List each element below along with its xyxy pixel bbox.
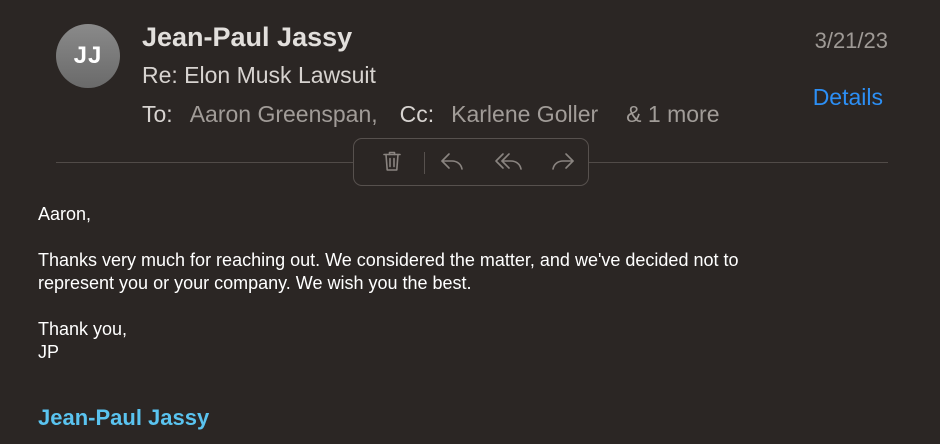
email-body: Aaron, Thanks very much for reaching out… [38, 203, 898, 364]
to-recipient[interactable]: Aaron Greenspan, [190, 101, 378, 128]
reply-button[interactable] [438, 149, 466, 177]
toolbar-separator [424, 152, 425, 174]
message-toolbar [353, 138, 589, 186]
greeting: Aaron, [38, 204, 92, 224]
email-date: 3/21/23 [814, 28, 888, 53]
body-line: Thanks very much for reaching out. We co… [38, 250, 739, 270]
closing-block: Thank you, JP [38, 318, 898, 364]
recipients-row: To: Aaron Greenspan, Cc: Karlene Goller … [142, 101, 720, 128]
body-line: represent you or your company. We wish y… [38, 273, 472, 293]
cc-recipient[interactable]: Karlene Goller [451, 101, 598, 128]
body-paragraph: Thanks very much for reaching out. We co… [38, 249, 898, 295]
email-message-view: JJ Jean-Paul Jassy Re: Elon Musk Lawsuit… [0, 0, 940, 444]
signature-name: Jean-Paul Jassy [38, 405, 210, 430]
avatar-initials: JJ [73, 42, 103, 69]
more-recipients[interactable]: & 1 more [626, 101, 719, 128]
sender-name: Jean-Paul Jassy [142, 22, 353, 52]
reply-icon [439, 150, 465, 177]
forward-icon [550, 150, 576, 177]
email-subject: Re: Elon Musk Lawsuit [142, 62, 376, 88]
closing: Thank you, [38, 319, 128, 339]
avatar: JJ [56, 24, 120, 88]
trash-button[interactable] [378, 149, 406, 177]
reply-all-button[interactable] [492, 149, 526, 177]
details-link[interactable]: Details [813, 84, 883, 111]
cc-label: Cc: [399, 101, 435, 127]
forward-button[interactable] [549, 149, 577, 177]
trash-icon [381, 149, 403, 178]
to-label: To: [142, 101, 173, 127]
sender-initials: JP [38, 342, 60, 362]
reply-all-icon [493, 150, 525, 177]
